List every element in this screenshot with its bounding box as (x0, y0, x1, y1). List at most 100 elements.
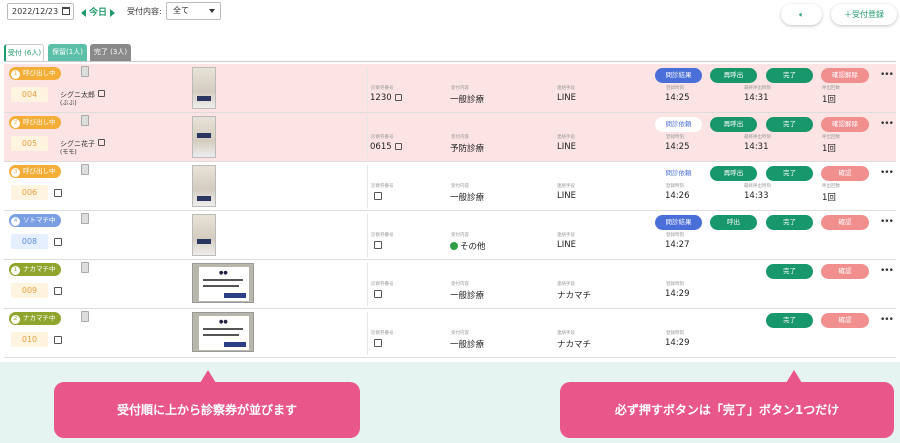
reception-number: 004 (11, 87, 48, 102)
edit-icon[interactable] (374, 339, 382, 347)
toolbar: 2022/12/23 今日 受付内容: 全て 🔈︎ ＋受付登録 (0, 0, 900, 40)
clipboard-icon[interactable] (81, 262, 89, 273)
more-icon[interactable]: ••• (880, 217, 894, 227)
done-button[interactable]: 完了 (766, 313, 813, 328)
call-button[interactable]: 呼出 (710, 215, 757, 230)
badge-number: 1 (11, 266, 20, 275)
clover-icon (450, 242, 458, 250)
confirm-button[interactable]: 確認 (821, 215, 869, 230)
contact-label: 連絡手段 (557, 282, 575, 287)
edit-icon[interactable] (54, 287, 62, 295)
contact-method: ナカマチ (557, 291, 592, 301)
reception-content: 一般診療 (450, 340, 485, 350)
status-badge: 1 ナカマチ中 (9, 263, 61, 276)
ticket-thumbnail[interactable] (192, 67, 216, 109)
done-button[interactable]: 完了 (766, 264, 813, 279)
done-button[interactable]: 完了 (766, 166, 813, 181)
recall-button[interactable]: 再呼出 (710, 166, 757, 181)
clipboard-icon[interactable] (81, 66, 89, 77)
more-icon[interactable]: ••• (880, 315, 894, 325)
ticket-label: 診察券番号 (371, 233, 394, 238)
recall-button[interactable]: 再呼出 (710, 68, 757, 83)
edit-icon[interactable] (394, 143, 402, 150)
done-button[interactable]: 完了 (766, 68, 813, 83)
tab-hold[interactable]: 保留(1人) (48, 44, 87, 61)
ticket-thumbnail[interactable]: ●● (192, 263, 254, 303)
edit-icon[interactable] (374, 241, 382, 249)
call-count-label: 呼出回数 (822, 184, 840, 189)
edit-icon[interactable] (54, 336, 62, 344)
confirm-button[interactable]: 確認 (821, 313, 869, 328)
badge-number: 4 (11, 217, 20, 226)
interview-button[interactable]: 問診依頼 (655, 166, 702, 181)
ticket-thumbnail[interactable]: ●● (192, 312, 254, 352)
reception-content: 一般診療 (450, 95, 485, 105)
status-badge: 4 ソトマチ中 (9, 214, 61, 227)
edit-icon[interactable] (98, 90, 105, 97)
badge-number: 3 (11, 168, 20, 177)
confirm-button[interactable]: 確認 (821, 264, 869, 279)
ticket-thumbnail[interactable] (192, 116, 216, 158)
table-row: 3 呼び出し中 006 診察券番号 受付内容 一般診療 連絡手段 LINE 登録時… (4, 162, 896, 211)
callout-done-text: 必ず押すボタンは「完了」ボタン1つだけ (614, 403, 840, 417)
more-icon[interactable]: ••• (880, 119, 894, 129)
edit-icon[interactable] (374, 290, 382, 298)
status-badge: 2 ナカマチ中 (9, 312, 61, 325)
prev-day-icon[interactable] (81, 8, 86, 17)
done-button[interactable]: 完了 (766, 215, 813, 230)
interview-button[interactable]: 問診結果 (655, 215, 702, 230)
done-button[interactable]: 完了 (766, 117, 813, 132)
next-day-icon[interactable] (110, 8, 116, 17)
confirm-button[interactable]: 確認解除 (821, 68, 869, 83)
ticket-thumbnail[interactable] (192, 165, 216, 207)
edit-icon[interactable] (394, 94, 402, 101)
calendar-icon[interactable] (62, 7, 70, 15)
edit-icon[interactable] (54, 238, 62, 246)
callout-pointer (200, 370, 216, 383)
tab-done[interactable]: 完了 (3人) (90, 44, 131, 61)
register-button[interactable]: ＋受付登録 (831, 4, 897, 25)
last-call-time: 14:31 (744, 142, 769, 152)
confirm-button[interactable]: 確認 (821, 166, 869, 181)
interview-button[interactable]: 問診結果 (655, 68, 702, 83)
confirm-button[interactable]: 確認解除 (821, 117, 869, 132)
edit-icon[interactable] (374, 192, 382, 200)
call-count: 1回 (822, 95, 836, 105)
reception-number: 010 (11, 332, 48, 347)
volume-button[interactable]: 🔈︎ (781, 4, 822, 25)
clipboard-icon[interactable] (81, 311, 89, 322)
badge-label: ナカマチ中 (23, 265, 56, 273)
reception-content: その他 (450, 240, 486, 252)
filter-value: 全て (173, 6, 189, 15)
more-icon[interactable]: ••• (880, 70, 894, 80)
ticket-line (203, 285, 239, 287)
clipboard-icon[interactable] (81, 164, 89, 175)
call-count-label: 呼出回数 (822, 135, 840, 140)
ticket-line (203, 328, 243, 330)
more-icon[interactable]: ••• (880, 168, 894, 178)
call-count: 1回 (822, 193, 836, 203)
recall-button[interactable]: 再呼出 (710, 117, 757, 132)
today-button[interactable]: 今日 (89, 8, 107, 18)
reception-content: 予防診療 (450, 144, 485, 154)
more-icon[interactable]: ••• (880, 266, 894, 276)
interview-button[interactable]: 問診依頼 (655, 117, 702, 132)
callout-order-text: 受付順に上から診察券が並びます (116, 403, 297, 417)
ticket-number: 1230 (370, 93, 402, 103)
registered-time: 14:29 (665, 289, 690, 299)
registered-time: 14:27 (665, 240, 690, 250)
registered-time: 14:26 (665, 191, 690, 201)
date-input[interactable]: 2022/12/23 (7, 3, 74, 20)
date-value: 2022/12/23 (12, 7, 59, 16)
edit-icon[interactable] (54, 189, 62, 197)
clipboard-icon[interactable] (81, 115, 89, 126)
contact-method: LINE (557, 240, 576, 250)
filter-select[interactable]: 全て (166, 2, 221, 20)
registered-label: 登録時刻 (666, 233, 684, 238)
edit-icon[interactable] (98, 139, 105, 146)
tab-reception[interactable]: 受付 (6人) (4, 44, 44, 61)
ticket-label: 診察券番号 (371, 282, 394, 287)
clipboard-icon[interactable] (81, 213, 89, 224)
ticket-thumbnail[interactable] (192, 214, 216, 256)
column-divider (367, 165, 368, 208)
